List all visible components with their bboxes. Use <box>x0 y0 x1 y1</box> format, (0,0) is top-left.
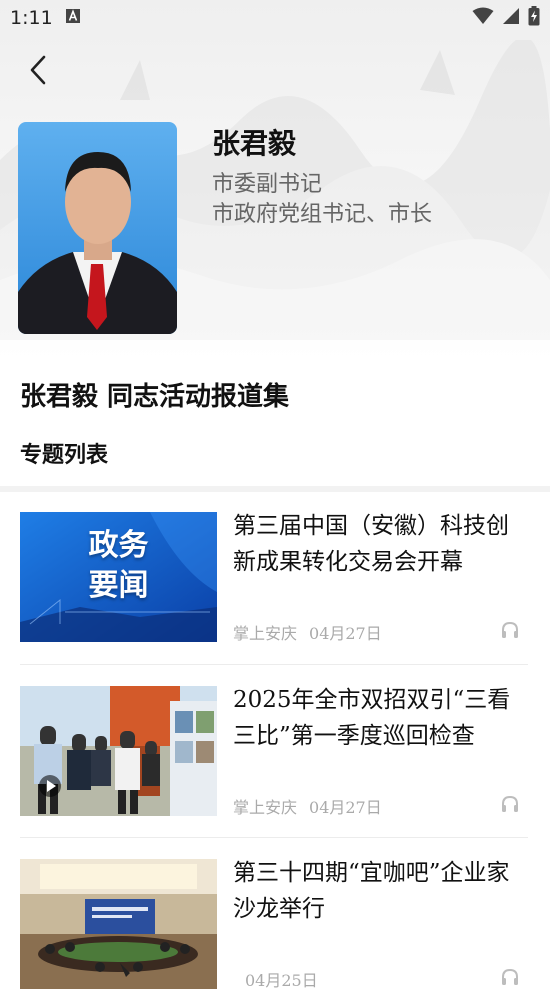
news-date: 04月25日 <box>245 971 318 990</box>
news-title[interactable]: 第三十四期“宜咖吧”企业家沙龙举行 <box>233 855 528 927</box>
news-item[interactable]: 政务 要闻 第三届中国（安徽）科技创新成果转化交易会开幕 掌上安庆 04月27日 <box>20 512 530 644</box>
report-collection-title: 张君毅 同志活动报道集 <box>20 382 290 412</box>
status-time: 1:11 <box>10 7 53 29</box>
profile-title-line-1: 市委副书记 <box>212 172 323 197</box>
wifi-icon <box>472 7 494 30</box>
news-item[interactable]: 2025年全市双招双引“三看三比”第一季度巡回检查 掌上安庆 04月27日 <box>20 686 530 818</box>
news-title[interactable]: 第三届中国（安徽）科技创新成果转化交易会开幕 <box>233 508 528 580</box>
news-thumbnail <box>20 686 217 816</box>
news-date: 04月27日 <box>309 798 382 817</box>
section-divider <box>0 486 550 492</box>
headphones-icon[interactable] <box>500 794 520 814</box>
news-meta: 04月25日 <box>233 967 318 991</box>
list-separator <box>20 664 528 665</box>
a-letter-icon <box>65 7 81 29</box>
profile-title-line-2: 市政府党组书记、市长 <box>212 202 433 227</box>
battery-charging-icon <box>528 5 540 31</box>
news-date: 04月27日 <box>309 624 382 643</box>
news-item[interactable]: 第三十四期“宜咖吧”企业家沙龙举行 04月25日 <box>20 859 530 991</box>
headphones-icon[interactable] <box>500 620 520 640</box>
thumbnail-text-line-2: 要闻 <box>88 568 149 603</box>
news-thumbnail <box>20 859 217 989</box>
news-title[interactable]: 2025年全市双招双引“三看三比”第一季度巡回检查 <box>233 682 528 754</box>
news-source: 掌上安庆 <box>233 798 298 817</box>
signal-icon <box>502 7 520 30</box>
news-meta: 掌上安庆 04月27日 <box>233 620 382 644</box>
news-thumbnail: 政务 要闻 <box>20 512 217 642</box>
back-arrow-icon <box>30 55 46 85</box>
back-button[interactable] <box>20 50 56 90</box>
thumbnail-text-line-1: 政务 <box>88 528 149 563</box>
status-bar: 1:11 <box>0 0 550 36</box>
topic-list-heading: 专题列表 <box>20 442 109 468</box>
profile-name: 张君毅 <box>212 127 297 160</box>
news-meta: 掌上安庆 04月27日 <box>233 794 382 818</box>
profile-portrait <box>18 122 177 334</box>
list-separator <box>20 837 528 838</box>
news-source: 掌上安庆 <box>233 624 298 643</box>
headphones-icon[interactable] <box>500 967 520 987</box>
